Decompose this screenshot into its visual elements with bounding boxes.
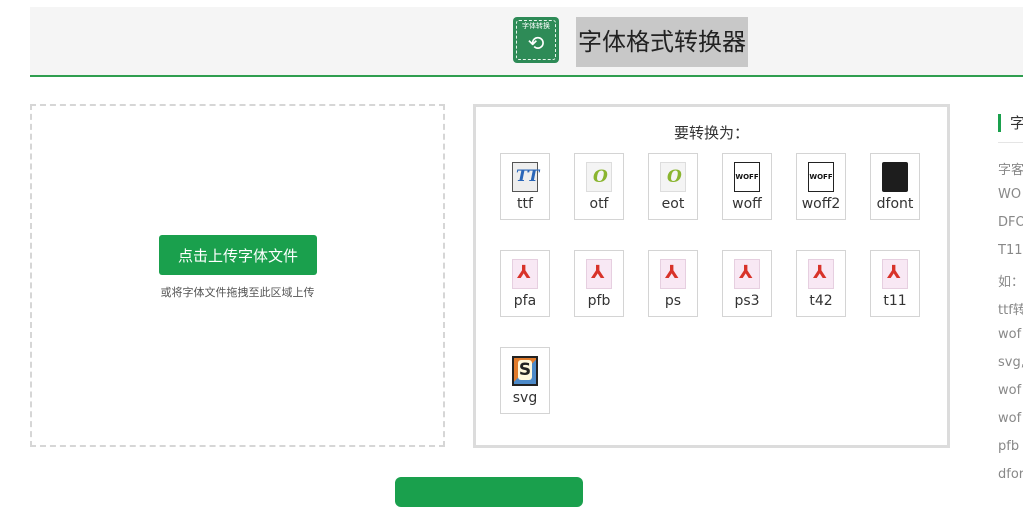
woff2-icon: WOFF <box>808 162 834 192</box>
info-sidebar-line: ttf转 <box>998 303 1023 318</box>
target-format-title: 要转换为： <box>673 124 749 142</box>
drop-hint-text: 或将字体文件拖拽至此区域上传 <box>160 286 315 299</box>
info-sidebar-line: WO <box>998 187 1022 202</box>
format-option-label: woff <box>732 196 762 212</box>
header-bar: 字体转换 ⟲ 字体格式转换器 <box>30 7 1023 77</box>
format-option-label: ttf <box>517 196 533 212</box>
info-sidebar-line: svg, <box>998 355 1023 370</box>
format-option-ps[interactable]: ⅄ ps <box>648 250 698 317</box>
upload-font-button[interactable]: 点击上传字体文件 <box>159 235 317 275</box>
format-icon-glyph: ⅄ <box>517 262 531 283</box>
info-sidebar-line: DFO <box>998 215 1023 230</box>
info-sidebar-line: wof <box>998 383 1022 398</box>
eot-icon: O <box>660 162 686 192</box>
info-sidebar: 字 字客 WO DFO T11 如： ttf转 wof svg, wof wof pfb dfor <box>998 104 1023 485</box>
format-option-label: ps3 <box>734 293 760 309</box>
info-sidebar-heading: 字 <box>998 114 1023 132</box>
format-option-svg[interactable]: Ssvg <box>500 347 550 414</box>
format-option-dfont[interactable]: dfont <box>870 153 920 220</box>
info-sidebar-line: 字客 <box>998 163 1023 178</box>
format-icon-glyph: O <box>593 167 608 187</box>
format-icon-glyph: ⅄ <box>887 262 901 283</box>
pdf-icon: ⅄ <box>512 259 538 289</box>
otf-icon: O <box>586 162 612 192</box>
target-format-panel: 要转换为： TT ttf Ootf Oeot WOFF woff WOFF woff2 dfon… <box>473 104 950 448</box>
convert-button[interactable] <box>395 477 583 507</box>
upload-dropzone[interactable]: 点击上传字体文件 或将字体文件拖拽至此区域上传 <box>30 104 445 447</box>
format-icon-glyph: O <box>667 167 682 187</box>
refresh-arrows-icon: ⟲ <box>527 31 545 55</box>
info-sidebar-line: dfor <box>998 467 1023 482</box>
info-sidebar-line: T11 <box>998 243 1023 258</box>
format-option-label: pfb <box>587 293 611 309</box>
format-option-pfb[interactable]: ⅄ pfb <box>574 250 624 317</box>
info-sidebar-line: pfb <box>998 439 1020 454</box>
pdf-icon: ⅄ <box>808 259 834 289</box>
format-option-t11[interactable]: ⅄ t11 <box>870 250 920 317</box>
format-icon-glyph: TT <box>516 166 540 185</box>
format-icon-glyph: WOFF <box>809 173 833 181</box>
format-option-label: t11 <box>883 293 907 309</box>
format-option-t42[interactable]: ⅄ t42 <box>796 250 846 317</box>
format-icon-glyph: ⅄ <box>813 262 827 283</box>
woff-icon: WOFF <box>734 162 760 192</box>
format-option-label: pfa <box>513 293 537 309</box>
format-option-eot[interactable]: Oeot <box>648 153 698 220</box>
format-option-pfa[interactable]: ⅄ pfa <box>500 250 550 317</box>
format-option-label: woff2 <box>801 196 841 212</box>
format-option-ps3[interactable]: ⅄ ps3 <box>722 250 772 317</box>
app-logo-icon: 字体转换 ⟲ <box>513 17 559 63</box>
info-sidebar-line: wof <box>998 327 1022 342</box>
format-option-label: t42 <box>809 293 833 309</box>
format-option-label: svg <box>512 390 538 406</box>
info-sidebar-line: 如： <box>998 275 1023 290</box>
format-option-label: eot <box>661 196 685 212</box>
pdf-icon: ⅄ <box>882 259 908 289</box>
format-option-label: dfont <box>876 196 914 212</box>
pdf-icon: ⅄ <box>586 259 612 289</box>
dfont-icon <box>882 162 908 192</box>
svg-icon: S <box>512 356 538 386</box>
format-icon-glyph: ⅄ <box>665 262 679 283</box>
format-option-woff2[interactable]: WOFF woff2 <box>796 153 846 220</box>
app-title: 字体格式转换器 <box>576 17 748 67</box>
format-option-otf[interactable]: Ootf <box>574 153 624 220</box>
format-option-label: otf <box>589 196 609 212</box>
logo-text: 字体转换 <box>522 22 550 30</box>
format-icon-glyph: WOFF <box>735 173 759 181</box>
format-icon-glyph: S <box>518 360 532 380</box>
format-option-label: ps <box>664 293 682 309</box>
pdf-icon: ⅄ <box>734 259 760 289</box>
ttf-icon: TT <box>512 162 540 192</box>
pdf-icon: ⅄ <box>660 259 686 289</box>
format-icon-glyph: ⅄ <box>591 262 605 283</box>
format-icon-glyph: ⅄ <box>739 262 753 283</box>
info-sidebar-line: wof <box>998 411 1022 426</box>
format-option-woff[interactable]: WOFF woff <box>722 153 772 220</box>
format-option-ttf[interactable]: TT ttf <box>500 153 550 220</box>
info-sidebar-divider <box>998 142 1023 143</box>
